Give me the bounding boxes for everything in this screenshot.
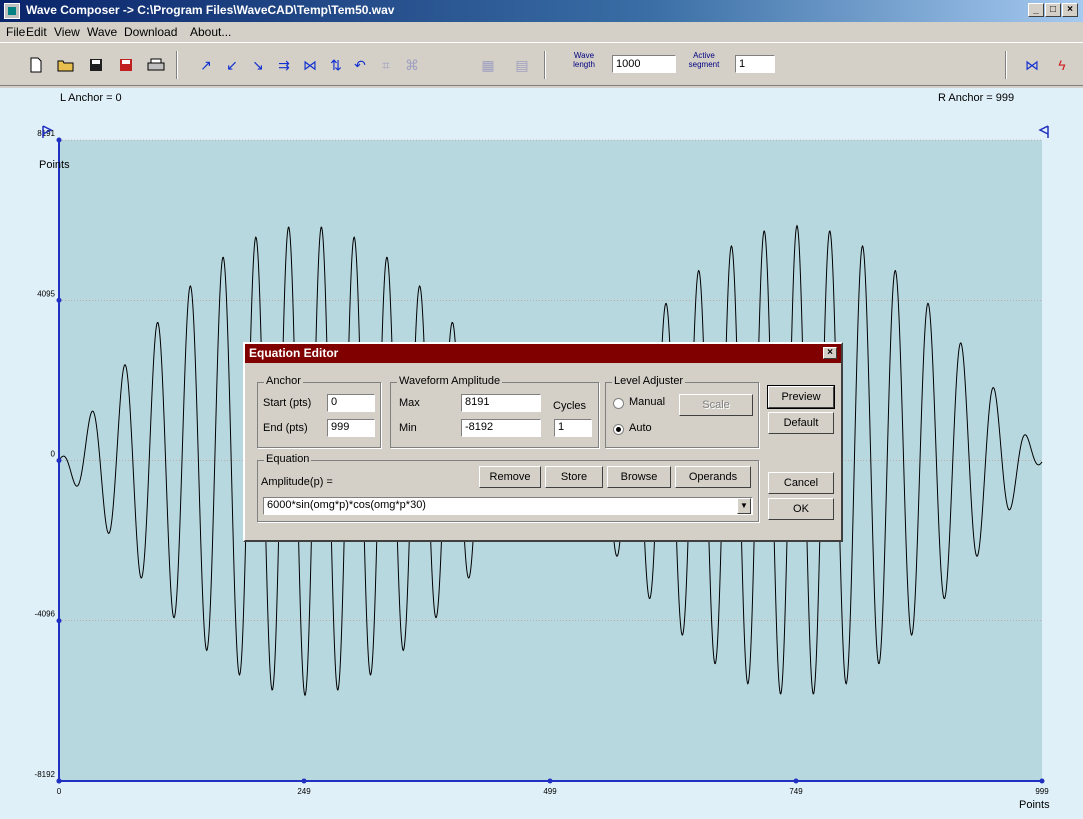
cycles-label: Cycles: [553, 400, 587, 412]
y-tick-marker: [56, 297, 62, 303]
equation-group-label: Equation: [264, 453, 312, 465]
end-field[interactable]: 999: [327, 419, 375, 437]
x-tick-label: 499: [543, 787, 557, 796]
x-tick-label: 999: [1035, 787, 1049, 796]
remove-button[interactable]: Remove: [479, 466, 541, 488]
x-tick-marker: [56, 778, 62, 784]
x-tick-label: 0: [57, 787, 62, 796]
equation-dropdown-icon[interactable]: ▼: [737, 498, 751, 514]
waveform-amplitude-group: Waveform Amplitude: [390, 375, 599, 448]
max-label: Max: [399, 397, 420, 409]
x-axis-unit: Points: [1019, 799, 1050, 811]
operands-button[interactable]: Operands: [675, 466, 751, 488]
auto-label: Auto: [629, 422, 652, 434]
start-label: Start (pts): [263, 397, 312, 409]
default-button[interactable]: Default: [768, 412, 834, 434]
manual-label: Manual: [629, 396, 666, 408]
y-tick-marker: [56, 618, 62, 624]
dialog-title: Equation Editor: [245, 344, 841, 363]
level-group-label: Level Adjuster: [612, 375, 686, 387]
x-tick-label: 749: [789, 787, 803, 796]
right-anchor-flag-icon[interactable]: [1038, 125, 1049, 138]
y-tick-label: 0: [51, 449, 56, 458]
dialog-close-button[interactable]: ×: [823, 347, 837, 359]
y-tick-label: 8191: [37, 129, 55, 138]
x-tick-marker: [547, 778, 553, 784]
auto-radio[interactable]: [613, 424, 624, 435]
y-axis-ticks: 8191 4095 0 -4096 -8192: [35, 129, 62, 784]
amplitude-group-label: Waveform Amplitude: [397, 375, 503, 387]
manual-radio[interactable]: [613, 398, 624, 409]
y-axis-unit: Points: [39, 159, 70, 171]
x-tick-marker: [301, 778, 307, 784]
browse-button[interactable]: Browse: [607, 466, 671, 488]
y-tick-marker: [56, 137, 62, 143]
ok-button[interactable]: OK: [768, 498, 834, 520]
y-tick-label: -4096: [35, 610, 56, 619]
x-tick-marker: [1039, 778, 1045, 784]
store-button[interactable]: Store: [545, 466, 603, 488]
min-field[interactable]: -8192: [461, 419, 541, 437]
anchor-group-label: Anchor: [264, 375, 303, 387]
anchor-group: Anchor: [257, 375, 381, 448]
cancel-button[interactable]: Cancel: [768, 472, 834, 494]
amplitude-label: Amplitude(p) =: [261, 476, 333, 488]
max-field[interactable]: 8191: [461, 394, 541, 412]
scale-button[interactable]: Scale: [679, 394, 753, 416]
y-tick-label: -8192: [35, 770, 56, 779]
equation-input[interactable]: 6000*sin(omg*p)*cos(omg*p*30): [263, 497, 753, 515]
x-tick-marker: [793, 778, 799, 784]
cycles-field[interactable]: 1: [554, 419, 592, 437]
min-label: Min: [399, 422, 417, 434]
start-field[interactable]: 0: [327, 394, 375, 412]
end-label: End (pts): [263, 422, 308, 434]
preview-button[interactable]: Preview: [767, 385, 835, 409]
equation-editor-dialog: Equation Editor × Anchor Start (pts) 0 E…: [243, 342, 843, 542]
y-tick-marker: [56, 457, 62, 463]
x-tick-label: 249: [297, 787, 311, 796]
y-tick-label: 4095: [37, 289, 55, 298]
